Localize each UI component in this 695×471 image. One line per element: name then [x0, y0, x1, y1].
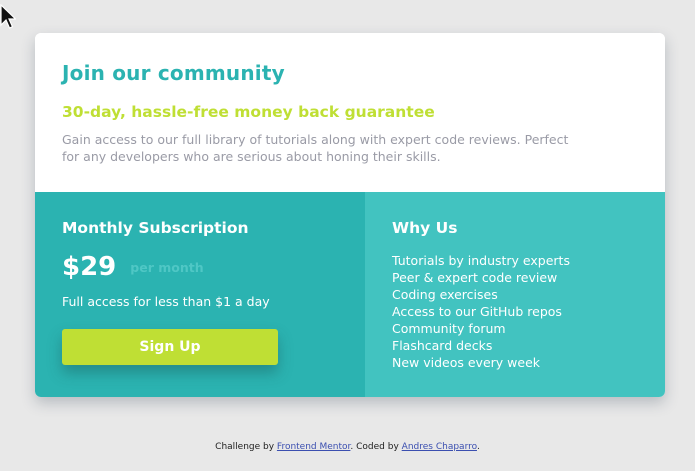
list-item: Flashcard decks — [392, 338, 493, 353]
pricing-card: Join our community 30-day, hassle-free m… — [35, 33, 665, 397]
why-us-list: Tutorials by industry experts Peer & exp… — [392, 252, 570, 371]
page: Join our community 30-day, hassle-free m… — [0, 0, 695, 471]
list-item: Tutorials by industry experts — [392, 253, 570, 268]
mouse-cursor-icon — [0, 4, 16, 29]
attribution-prefix: Challenge by — [215, 442, 277, 452]
list-item: New videos every week — [392, 355, 540, 370]
list-item: Access to our GitHub repos — [392, 304, 562, 319]
attribution-suffix: . — [476, 442, 480, 452]
list-item: Peer & expert code review — [392, 270, 558, 285]
price-period: per month — [130, 259, 204, 275]
card-description: Gain access to our full library of tutor… — [62, 132, 569, 164]
price-row: $29 per month — [62, 252, 204, 282]
author-link[interactable]: Andres Chaparro — [402, 442, 477, 452]
subscription-note: Full access for less than $1 a day — [62, 294, 270, 309]
sign-up-button[interactable]: Sign Up — [62, 329, 278, 365]
attribution: Challenge by Frontend Mentor. Coded by A… — [0, 442, 695, 452]
guarantee-subtitle: 30-day, hassle-free money back guarantee — [62, 103, 435, 121]
list-item: Coding exercises — [392, 287, 498, 302]
attribution-middle: . Coded by — [350, 442, 402, 452]
price-amount: $29 — [62, 252, 117, 282]
why-us-section: Why Us Tutorials by industry experts Pee… — [365, 192, 665, 397]
card-title: Join our community — [62, 61, 285, 85]
list-item: Community forum — [392, 321, 506, 336]
frontend-mentor-link[interactable]: Frontend Mentor — [277, 442, 351, 452]
why-us-heading: Why Us — [392, 219, 458, 237]
community-section: Join our community 30-day, hassle-free m… — [35, 33, 665, 192]
subscription-heading: Monthly Subscription — [62, 219, 249, 237]
subscription-section: Monthly Subscription $29 per month Full … — [35, 192, 365, 397]
